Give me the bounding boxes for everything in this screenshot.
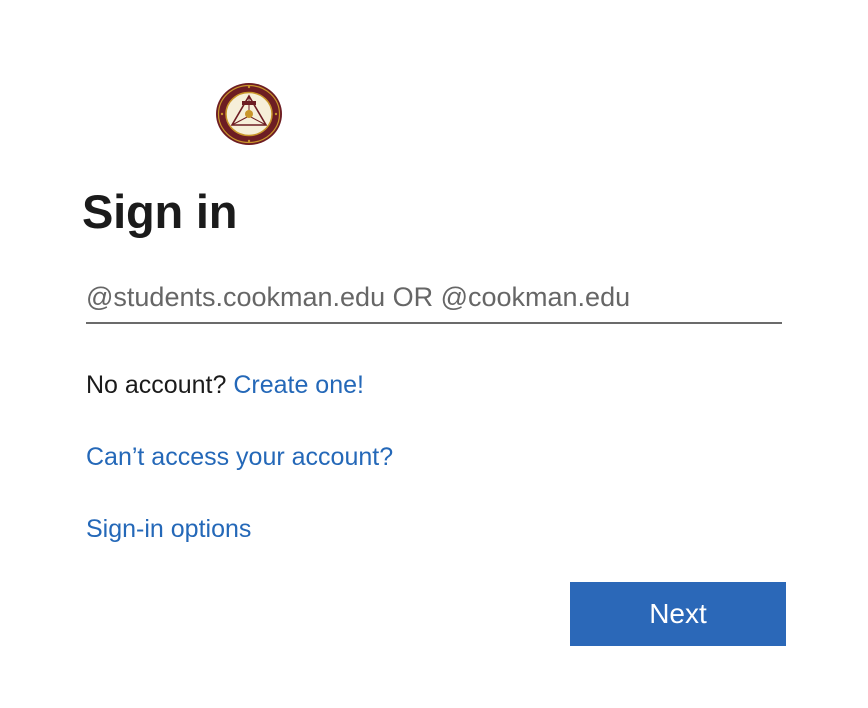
university-seal-icon xyxy=(214,81,284,147)
cant-access-account-link[interactable]: Can’t access your account? xyxy=(86,443,393,471)
no-account-row: No account? Create one! xyxy=(86,369,364,401)
create-account-link[interactable]: Create one! xyxy=(233,371,364,399)
email-field[interactable] xyxy=(86,272,782,324)
signin-options-link[interactable]: Sign-in options xyxy=(86,515,251,543)
signin-options-row: Sign-in options xyxy=(86,513,251,545)
no-account-text: No account? xyxy=(86,371,227,399)
page-title: Sign in xyxy=(82,185,238,238)
next-button[interactable]: Next xyxy=(570,582,786,646)
cant-access-row: Can’t access your account? xyxy=(86,441,393,473)
